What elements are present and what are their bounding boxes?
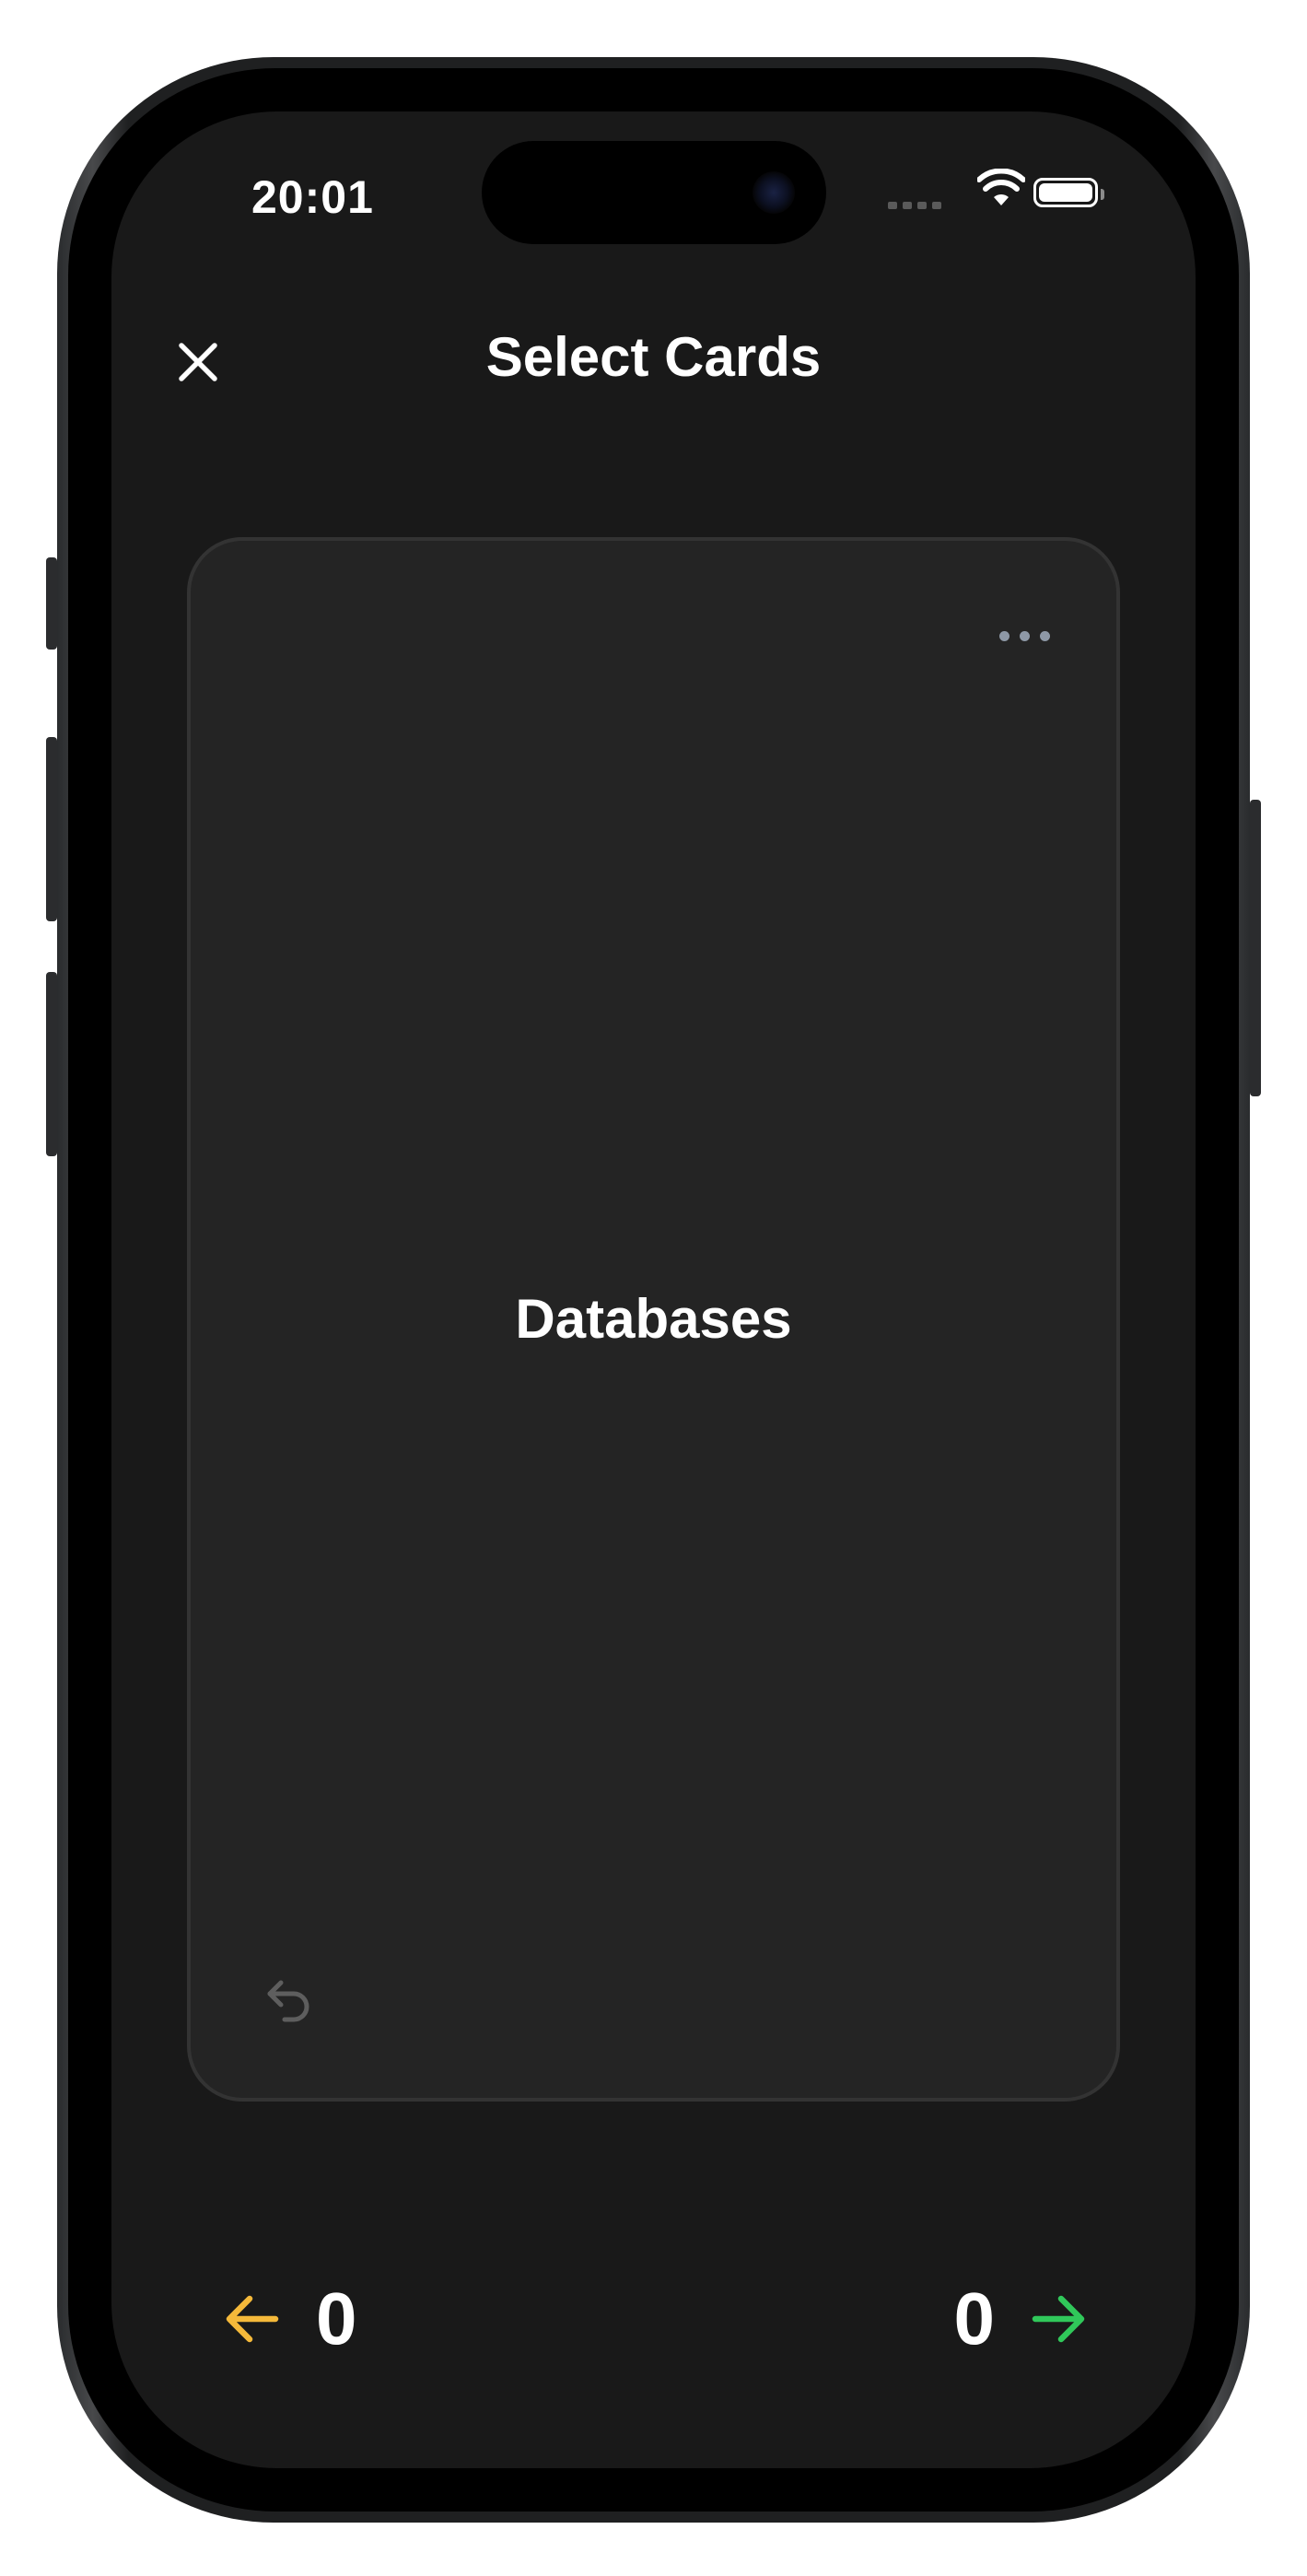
camera-icon bbox=[753, 171, 795, 214]
battery-icon bbox=[1033, 178, 1104, 207]
right-count: 0 bbox=[953, 2277, 996, 2359]
ellipsis-icon bbox=[999, 631, 1009, 641]
right-counter: 0 bbox=[954, 2277, 1088, 2361]
dynamic-island bbox=[482, 141, 826, 244]
left-count: 0 bbox=[316, 2277, 357, 2359]
status-time: 20:01 bbox=[251, 171, 374, 223]
app-screen: 20:01 Select Cards Databases 0 0 bbox=[111, 111, 1196, 2468]
card-more-button[interactable] bbox=[999, 631, 1050, 641]
card-term: Databases bbox=[515, 1288, 792, 1350]
status-indicators bbox=[888, 169, 1104, 217]
left-counter: 0 bbox=[224, 2277, 357, 2361]
cellular-signal-icon bbox=[888, 202, 941, 209]
power-button bbox=[1250, 800, 1261, 1096]
volume-down-button bbox=[46, 972, 57, 1156]
wifi-icon bbox=[977, 169, 1025, 205]
arrow-right-icon bbox=[1032, 2295, 1085, 2343]
arrow-left-icon bbox=[226, 2295, 279, 2343]
page-title: Select Cards bbox=[485, 326, 822, 388]
undo-icon[interactable] bbox=[264, 1975, 314, 2025]
flashcard[interactable]: Databases bbox=[187, 537, 1120, 2102]
action-button bbox=[46, 557, 57, 650]
volume-up-button bbox=[46, 737, 57, 921]
